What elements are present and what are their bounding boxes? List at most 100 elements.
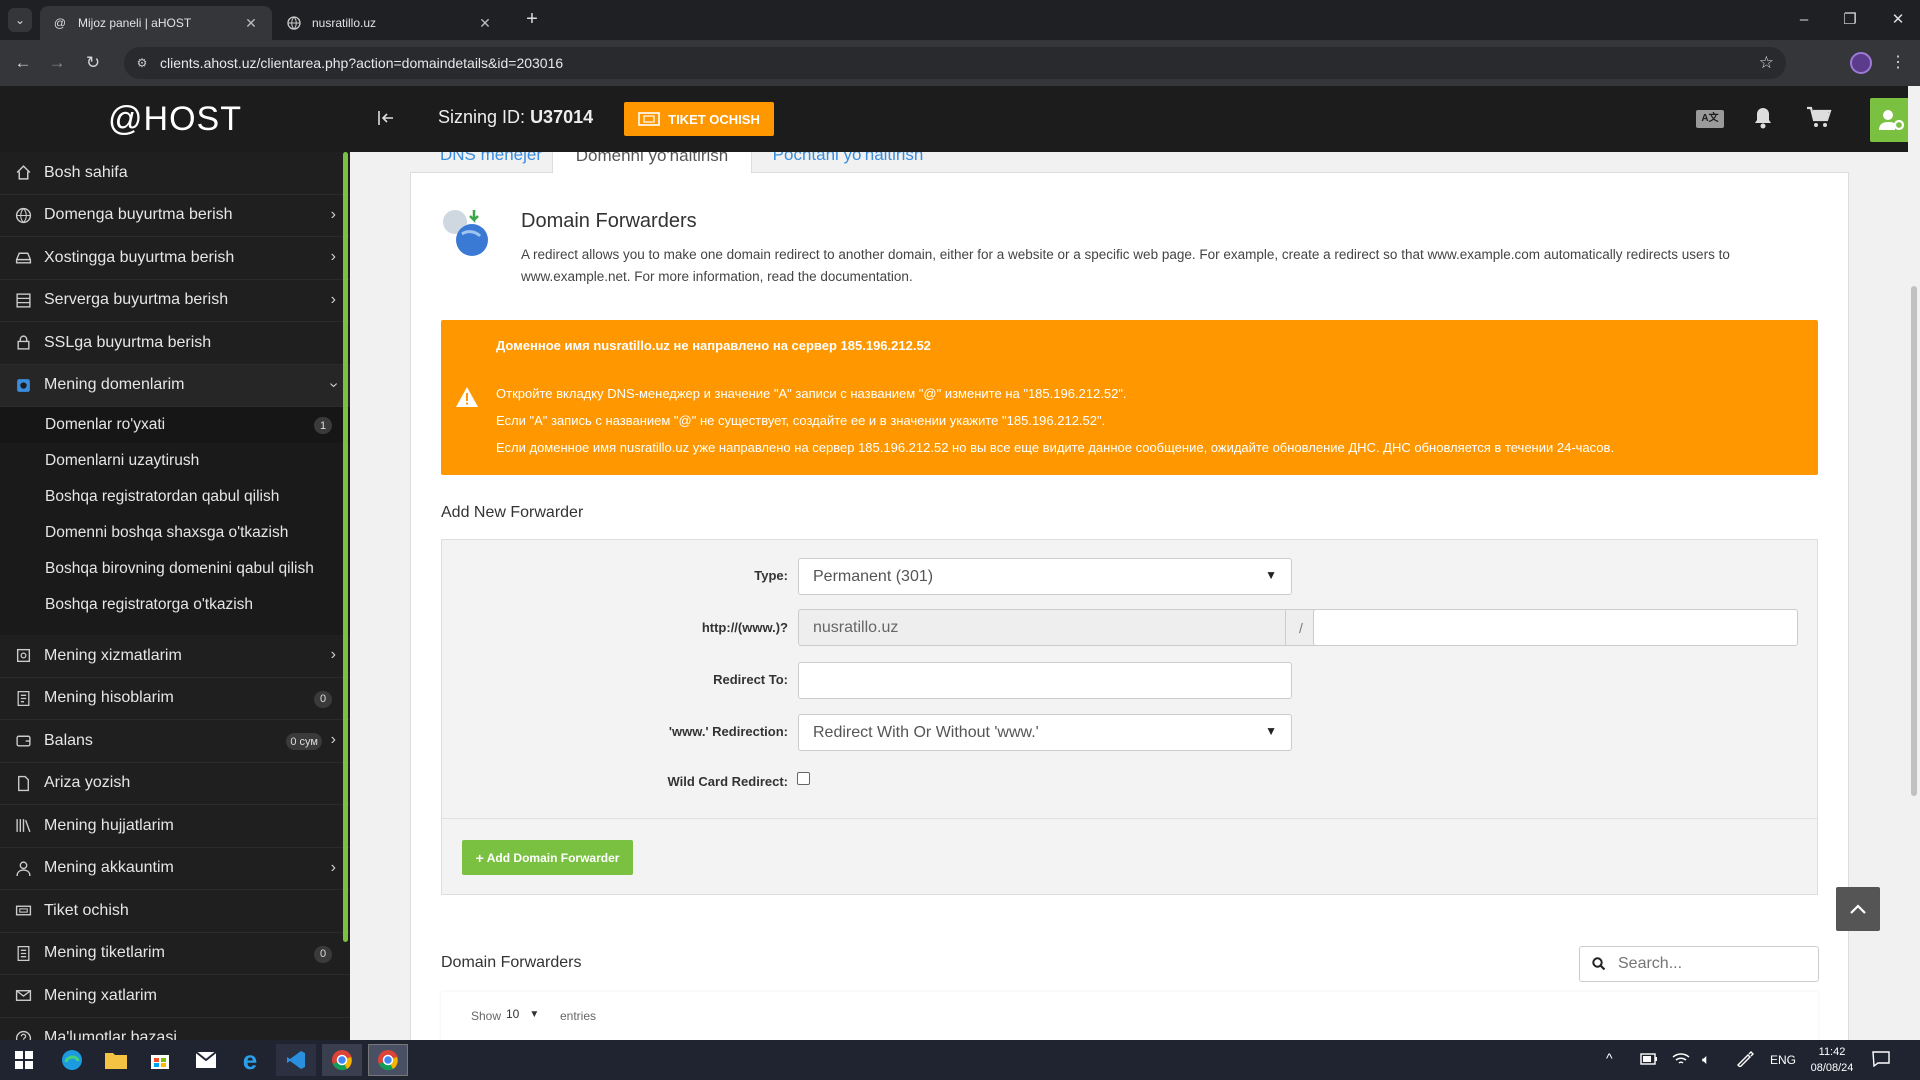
tab-title: Mijoz paneli | aHOST [78, 16, 192, 30]
cart-icon[interactable] [1806, 106, 1832, 135]
page-scrollbar[interactable] [1908, 86, 1920, 1040]
globe-icon [286, 15, 302, 31]
browser-tab[interactable]: nusratillo.uz ✕ [274, 6, 506, 40]
entries-count-value: 10 [506, 1007, 520, 1021]
store-icon[interactable] [140, 1044, 180, 1076]
vscode-icon[interactable] [276, 1044, 316, 1076]
site-info-icon[interactable]: ⚙ [124, 56, 160, 70]
balance-badge: 0 сум [286, 733, 322, 750]
sidebar-item-order-server[interactable]: Serverga buyurtma berish › [0, 280, 350, 322]
add-domain-forwarder-button[interactable]: + Add Domain Forwarder [462, 840, 633, 875]
tab-domain-forwarding[interactable]: Domenni yo'naltirish [552, 152, 752, 173]
tab-email-forwarding[interactable]: Pochtani yo'naltirish [758, 152, 938, 172]
tab-dns-manager[interactable]: DNS menejer [426, 152, 556, 172]
globe-icon [14, 206, 32, 224]
forwarders-search-box[interactable] [1579, 946, 1819, 982]
bookmark-star-icon[interactable]: ☆ [1759, 53, 1774, 73]
sidebar-item-my-services[interactable]: Mening xizmatlarim › [0, 635, 350, 678]
edge-icon[interactable] [52, 1044, 92, 1076]
close-icon[interactable]: ✕ [242, 15, 260, 32]
domain-icon [14, 376, 32, 394]
internet-explorer-icon[interactable]: e [230, 1044, 270, 1076]
language-icon[interactable]: A文 [1696, 110, 1724, 128]
sidebar-item-open-ticket[interactable]: Tiket ochish [0, 890, 350, 933]
books-icon [14, 817, 32, 835]
sidebar-subitem-domain-list[interactable]: Domenlar ro'yxati 1 [0, 407, 350, 443]
collapse-sidebar-icon[interactable] [376, 108, 398, 130]
sidebar-item-my-invoices[interactable]: Mening hisoblarim 0 [0, 678, 350, 720]
sidebar-item-my-mail[interactable]: Mening xatlarim [0, 975, 350, 1018]
new-tab-button[interactable]: + [520, 8, 544, 32]
entries-count-select[interactable]: 10 ▼ [506, 1007, 539, 1021]
reload-icon[interactable]: ↻ [82, 52, 104, 74]
open-ticket-button[interactable]: TIKET OCHISH [624, 102, 774, 136]
browser-tab-active[interactable]: @ Mijoz paneli | aHOST ✕ [40, 6, 272, 40]
close-icon[interactable]: ✕ [476, 15, 494, 32]
source-domain-field: nusratillo.uz [798, 609, 1286, 646]
address-bar[interactable]: ⚙ clients.ahost.uz/clientarea.php?action… [124, 47, 1786, 79]
search-icon [1580, 957, 1618, 971]
sidebar-subitem-renew[interactable]: Domenlarni uzaytirush [0, 443, 350, 479]
clock[interactable]: 11:42 08/08/24 [1806, 1044, 1858, 1076]
sidebar-item-balance[interactable]: Balans 0 сум › [0, 720, 350, 763]
sidebar-item-order-domain[interactable]: Domenga buyurtma berish › [0, 195, 350, 237]
bell-icon[interactable] [1752, 106, 1774, 135]
restore-icon[interactable]: ❐ [1840, 10, 1860, 30]
sidebar-item-label: SSLga buyurtma berish [44, 333, 212, 351]
page-scrollbar-thumb[interactable] [1911, 286, 1917, 796]
sidebar-item-order-ssl[interactable]: SSLga buyurtma berish [0, 322, 350, 365]
sidebar-subitem-label: Domenlarni uzaytirush [45, 452, 200, 469]
dns-warning-alert: Доменное имя nusratillo.uz не направлено… [441, 320, 1818, 475]
sidebar-item-my-account[interactable]: Mening akkauntim › [0, 848, 350, 890]
menu-dots-icon[interactable]: ⋮ [1890, 52, 1906, 74]
sidebar-subitem-accept-domain[interactable]: Boshqa birovning domenini qabul qilish [0, 551, 350, 587]
type-select[interactable]: Permanent (301) ▼ [798, 558, 1292, 595]
sidebar-item-knowledgebase[interactable]: Ma'lumotlar bazasi [0, 1018, 350, 1040]
back-icon[interactable]: ← [12, 52, 34, 74]
hdd-icon [14, 249, 32, 267]
wifi-icon[interactable] [1672, 1051, 1690, 1072]
file-explorer-icon[interactable] [96, 1044, 136, 1076]
logo[interactable]: @HOST [0, 86, 350, 152]
tab-search-button[interactable]: ⌄ [8, 8, 32, 32]
sidebar-item-my-domains[interactable]: Mening domenlarim › [0, 364, 350, 407]
sidebar-subitem-transfer-out[interactable]: Boshqa registratorga o'tkazish [0, 587, 350, 623]
ticket-icon [638, 112, 660, 126]
redirect-to-input[interactable] [798, 662, 1292, 699]
www-redirection-select[interactable]: Redirect With Or Without 'www.' ▼ [798, 714, 1292, 751]
windows-start-icon[interactable] [4, 1044, 44, 1076]
chevron-right-icon: › [330, 248, 336, 265]
sidebar-subitem-label: Boshqa registratorga o'tkazish [45, 596, 254, 613]
mail-icon[interactable] [186, 1044, 226, 1076]
language-indicator[interactable]: ENG [1770, 1053, 1796, 1067]
pen-icon[interactable] [1736, 1051, 1754, 1072]
wildcard-checkbox[interactable] [797, 772, 810, 785]
sidebar-item-order-hosting[interactable]: Xostingga buyurtma berish › [0, 237, 350, 280]
notifications-icon[interactable] [1872, 1051, 1890, 1072]
add-forwarder-title: Add New Forwarder [441, 504, 584, 521]
sidebar-item-my-tickets[interactable]: Mening tiketlarim 0 [0, 933, 350, 975]
volume-icon[interactable]: 🔈︎ [1702, 1051, 1710, 1068]
url-text: clients.ahost.uz/clientarea.php?action=d… [160, 55, 564, 71]
sidebar-subitem-transfer-person[interactable]: Domenni boshqa shaxsga o'tkazish [0, 515, 350, 551]
source-path-input[interactable] [1313, 609, 1798, 646]
sidebar-scrollbar[interactable] [343, 152, 348, 942]
chevron-down-icon: › [325, 381, 343, 388]
forward-icon[interactable]: → [46, 52, 68, 74]
sidebar-subitem-transfer-in[interactable]: Boshqa registratordan qabul qilish [0, 479, 350, 515]
tray-chevron-icon[interactable]: ^ [1606, 1050, 1613, 1066]
chrome-profile-icon[interactable] [368, 1044, 408, 1076]
scroll-to-top-button[interactable] [1836, 887, 1880, 931]
profile-avatar[interactable] [1850, 52, 1872, 74]
mail-icon [14, 987, 32, 1005]
minimize-icon[interactable]: – [1794, 10, 1814, 30]
chevron-right-icon: › [330, 858, 336, 876]
sidebar-item-my-documents[interactable]: Mening hujjatlarim [0, 805, 350, 848]
battery-icon[interactable] [1640, 1052, 1658, 1071]
close-window-icon[interactable]: ✕ [1888, 10, 1908, 30]
sidebar-item-write-request[interactable]: Ariza yozish [0, 763, 350, 805]
chrome-icon[interactable] [322, 1044, 362, 1076]
forwarders-search-input[interactable] [1618, 955, 1808, 973]
server-icon [14, 291, 32, 309]
sidebar-item-home[interactable]: Bosh sahifa [0, 152, 350, 195]
